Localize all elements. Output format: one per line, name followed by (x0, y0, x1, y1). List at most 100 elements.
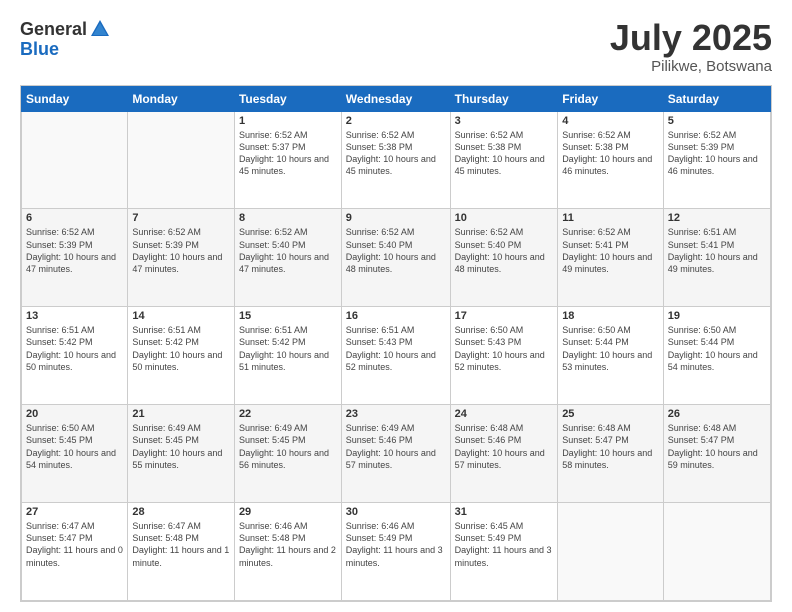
day-number: 22 (239, 408, 337, 420)
calendar-cell: 20 Sunrise: 6:50 AM Sunset: 5:45 PM Dayli… (22, 405, 128, 503)
day-number: 20 (26, 408, 123, 420)
calendar-cell: 24 Sunrise: 6:48 AM Sunset: 5:46 PM Dayli… (450, 405, 558, 503)
day-info: Sunrise: 6:49 AM Sunset: 5:46 PM Dayligh… (346, 422, 446, 471)
dow-header-sunday: Sunday (22, 86, 128, 111)
day-info: Sunrise: 6:52 AM Sunset: 5:38 PM Dayligh… (455, 129, 554, 178)
day-info: Sunrise: 6:49 AM Sunset: 5:45 PM Dayligh… (132, 422, 230, 471)
day-info: Sunrise: 6:47 AM Sunset: 5:47 PM Dayligh… (26, 520, 123, 569)
day-info: Sunrise: 6:52 AM Sunset: 5:38 PM Dayligh… (562, 129, 659, 178)
calendar-cell: 9 Sunrise: 6:52 AM Sunset: 5:40 PM Daylig… (341, 209, 450, 307)
day-number: 29 (239, 506, 337, 518)
day-number: 12 (668, 212, 766, 224)
day-info: Sunrise: 6:52 AM Sunset: 5:40 PM Dayligh… (239, 226, 337, 275)
calendar-cell: 17 Sunrise: 6:50 AM Sunset: 5:43 PM Dayli… (450, 307, 558, 405)
logo: General Blue (20, 18, 111, 60)
day-info: Sunrise: 6:49 AM Sunset: 5:45 PM Dayligh… (239, 422, 337, 471)
day-info: Sunrise: 6:48 AM Sunset: 5:47 PM Dayligh… (562, 422, 659, 471)
calendar-cell (663, 503, 770, 601)
calendar-cell: 23 Sunrise: 6:49 AM Sunset: 5:46 PM Dayli… (341, 405, 450, 503)
day-number: 15 (239, 310, 337, 322)
calendar-cell: 6 Sunrise: 6:52 AM Sunset: 5:39 PM Daylig… (22, 209, 128, 307)
day-info: Sunrise: 6:50 AM Sunset: 5:43 PM Dayligh… (455, 324, 554, 373)
day-number: 18 (562, 310, 659, 322)
day-number: 7 (132, 212, 230, 224)
logo-general: General (20, 20, 87, 38)
day-number: 9 (346, 212, 446, 224)
day-number: 8 (239, 212, 337, 224)
day-info: Sunrise: 6:50 AM Sunset: 5:44 PM Dayligh… (668, 324, 766, 373)
page: General Blue July 2025 Pilikwe, Botswana… (0, 0, 792, 612)
calendar-cell (558, 503, 664, 601)
day-info: Sunrise: 6:50 AM Sunset: 5:44 PM Dayligh… (562, 324, 659, 373)
day-number: 27 (26, 506, 123, 518)
dow-header-tuesday: Tuesday (234, 86, 341, 111)
calendar-cell: 10Sunrise: 6:52 AM Sunset: 5:40 PM Dayli… (450, 209, 558, 307)
day-number: 19 (668, 310, 766, 322)
day-number: 30 (346, 506, 446, 518)
day-number: 24 (455, 408, 554, 420)
calendar-cell: 5Sunrise: 6:52 AM Sunset: 5:39 PM Daylig… (663, 111, 770, 209)
calendar-cell: 28 Sunrise: 6:47 AM Sunset: 5:48 PM Dayli… (128, 503, 235, 601)
day-number: 14 (132, 310, 230, 322)
logo-icon (89, 18, 111, 40)
day-info: Sunrise: 6:46 AM Sunset: 5:48 PM Dayligh… (239, 520, 337, 569)
day-number: 26 (668, 408, 766, 420)
calendar-cell: 21 Sunrise: 6:49 AM Sunset: 5:45 PM Dayli… (128, 405, 235, 503)
calendar-cell: 11 Sunrise: 6:52 AM Sunset: 5:41 PM Dayli… (558, 209, 664, 307)
calendar-cell (22, 111, 128, 209)
calendar-cell: 2 Sunrise: 6:52 AM Sunset: 5:38 PM Daylig… (341, 111, 450, 209)
day-info: Sunrise: 6:50 AM Sunset: 5:45 PM Dayligh… (26, 422, 123, 471)
header: General Blue July 2025 Pilikwe, Botswana (20, 18, 772, 75)
calendar-cell: 25 Sunrise: 6:48 AM Sunset: 5:47 PM Dayli… (558, 405, 664, 503)
dow-header-wednesday: Wednesday (341, 86, 450, 111)
calendar-cell: 30 Sunrise: 6:46 AM Sunset: 5:49 PM Dayli… (341, 503, 450, 601)
subtitle: Pilikwe, Botswana (610, 58, 772, 75)
day-info: Sunrise: 6:48 AM Sunset: 5:47 PM Dayligh… (668, 422, 766, 471)
day-number: 16 (346, 310, 446, 322)
calendar-cell: 15 Sunrise: 6:51 AM Sunset: 5:42 PM Dayli… (234, 307, 341, 405)
day-number: 23 (346, 408, 446, 420)
day-info: Sunrise: 6:51 AM Sunset: 5:41 PM Dayligh… (668, 226, 766, 275)
day-info: Sunrise: 6:52 AM Sunset: 5:40 PM Dayligh… (346, 226, 446, 275)
day-info: Sunrise: 6:52 AM Sunset: 5:40 PM Dayligh… (455, 226, 554, 275)
calendar-cell: 29 Sunrise: 6:46 AM Sunset: 5:48 PM Dayli… (234, 503, 341, 601)
day-number: 13 (26, 310, 123, 322)
day-number: 4 (562, 115, 659, 127)
dow-header-saturday: Saturday (663, 86, 770, 111)
calendar-cell (128, 111, 235, 209)
day-info: Sunrise: 6:47 AM Sunset: 5:48 PM Dayligh… (132, 520, 230, 569)
day-number: 11 (562, 212, 659, 224)
calendar-cell: 22 Sunrise: 6:49 AM Sunset: 5:45 PM Dayli… (234, 405, 341, 503)
day-info: Sunrise: 6:46 AM Sunset: 5:49 PM Dayligh… (346, 520, 446, 569)
day-info: Sunrise: 6:51 AM Sunset: 5:43 PM Dayligh… (346, 324, 446, 373)
main-title: July 2025 (610, 18, 772, 58)
calendar: SundayMondayTuesdayWednesdayThursdayFrid… (20, 85, 772, 602)
day-info: Sunrise: 6:51 AM Sunset: 5:42 PM Dayligh… (239, 324, 337, 373)
day-number: 31 (455, 506, 554, 518)
day-number: 1 (239, 115, 337, 127)
calendar-cell: 3Sunrise: 6:52 AM Sunset: 5:38 PM Daylig… (450, 111, 558, 209)
day-number: 2 (346, 115, 446, 127)
calendar-cell: 1 Sunrise: 6:52 AM Sunset: 5:37 PM Daylig… (234, 111, 341, 209)
day-number: 28 (132, 506, 230, 518)
day-info: Sunrise: 6:52 AM Sunset: 5:41 PM Dayligh… (562, 226, 659, 275)
day-info: Sunrise: 6:52 AM Sunset: 5:37 PM Dayligh… (239, 129, 337, 178)
calendar-cell: 26 Sunrise: 6:48 AM Sunset: 5:47 PM Dayli… (663, 405, 770, 503)
day-number: 25 (562, 408, 659, 420)
day-info: Sunrise: 6:52 AM Sunset: 5:39 PM Dayligh… (132, 226, 230, 275)
dow-header-monday: Monday (128, 86, 235, 111)
day-info: Sunrise: 6:52 AM Sunset: 5:39 PM Dayligh… (26, 226, 123, 275)
calendar-cell: 31Sunrise: 6:45 AM Sunset: 5:49 PM Dayli… (450, 503, 558, 601)
day-number: 21 (132, 408, 230, 420)
dow-header-friday: Friday (558, 86, 664, 111)
title-block: July 2025 Pilikwe, Botswana (610, 18, 772, 75)
calendar-cell: 8 Sunrise: 6:52 AM Sunset: 5:40 PM Daylig… (234, 209, 341, 307)
day-info: Sunrise: 6:48 AM Sunset: 5:46 PM Dayligh… (455, 422, 554, 471)
day-info: Sunrise: 6:52 AM Sunset: 5:38 PM Dayligh… (346, 129, 446, 178)
day-info: Sunrise: 6:52 AM Sunset: 5:39 PM Dayligh… (668, 129, 766, 178)
day-number: 17 (455, 310, 554, 322)
day-number: 6 (26, 212, 123, 224)
calendar-cell: 12 Sunrise: 6:51 AM Sunset: 5:41 PM Dayli… (663, 209, 770, 307)
day-info: Sunrise: 6:51 AM Sunset: 5:42 PM Dayligh… (26, 324, 123, 373)
calendar-cell: 7 Sunrise: 6:52 AM Sunset: 5:39 PM Daylig… (128, 209, 235, 307)
